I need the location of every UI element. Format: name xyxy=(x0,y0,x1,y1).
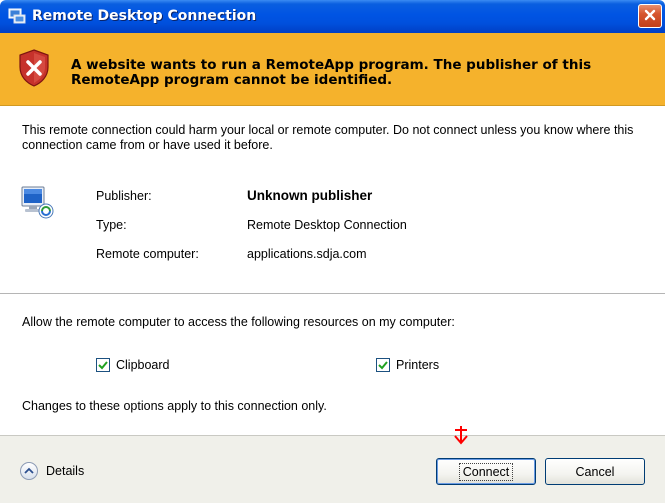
divider xyxy=(0,293,665,294)
chevron-up-icon[interactable] xyxy=(20,462,38,480)
remote-computer-value: applications.sdja.com xyxy=(247,247,367,261)
dialog-body: This remote connection could harm your l… xyxy=(0,107,665,435)
clipboard-checkbox[interactable]: Clipboard xyxy=(96,358,170,372)
computer-icon xyxy=(20,184,56,220)
checkmark-icon xyxy=(378,361,388,370)
remote-computer-label: Remote computer: xyxy=(96,247,199,261)
annotation-arrow-icon xyxy=(452,425,470,445)
type-value: Remote Desktop Connection xyxy=(247,218,407,232)
allow-resources-text: Allow the remote computer to access the … xyxy=(22,315,455,329)
connect-label: Connect xyxy=(458,462,514,481)
clipboard-label: Clipboard xyxy=(116,358,170,372)
publisher-value: Unknown publisher xyxy=(247,188,373,203)
cancel-button[interactable]: Cancel xyxy=(545,458,645,485)
details-toggle[interactable]: Details xyxy=(20,462,84,480)
printers-checkbox[interactable]: Printers xyxy=(376,358,439,372)
details-label: Details xyxy=(46,464,85,478)
options-note: Changes to these options apply to this c… xyxy=(22,399,327,413)
publisher-label: Publisher: xyxy=(96,189,152,203)
printers-label: Printers xyxy=(396,358,440,372)
warning-text: This remote connection could harm your l… xyxy=(22,123,634,152)
remote-desktop-icon xyxy=(8,7,26,25)
printers-check-box[interactable] xyxy=(376,358,390,372)
checkmark-icon xyxy=(98,361,108,370)
clipboard-check-box[interactable] xyxy=(96,358,110,372)
shield-error-icon xyxy=(18,49,50,87)
close-icon xyxy=(643,8,657,25)
warning-banner: A website wants to run a RemoteApp progr… xyxy=(0,33,665,106)
close-button[interactable] xyxy=(638,4,662,28)
type-label: Type: xyxy=(96,218,127,232)
connect-button[interactable]: Connect xyxy=(436,458,536,485)
banner-message: A website wants to run a RemoteApp progr… xyxy=(71,57,592,88)
title-bar[interactable]: Remote Desktop Connection xyxy=(0,0,665,33)
window-title: Remote Desktop Connection xyxy=(32,8,257,24)
dialog-footer: Details Connect Cancel xyxy=(0,435,665,503)
